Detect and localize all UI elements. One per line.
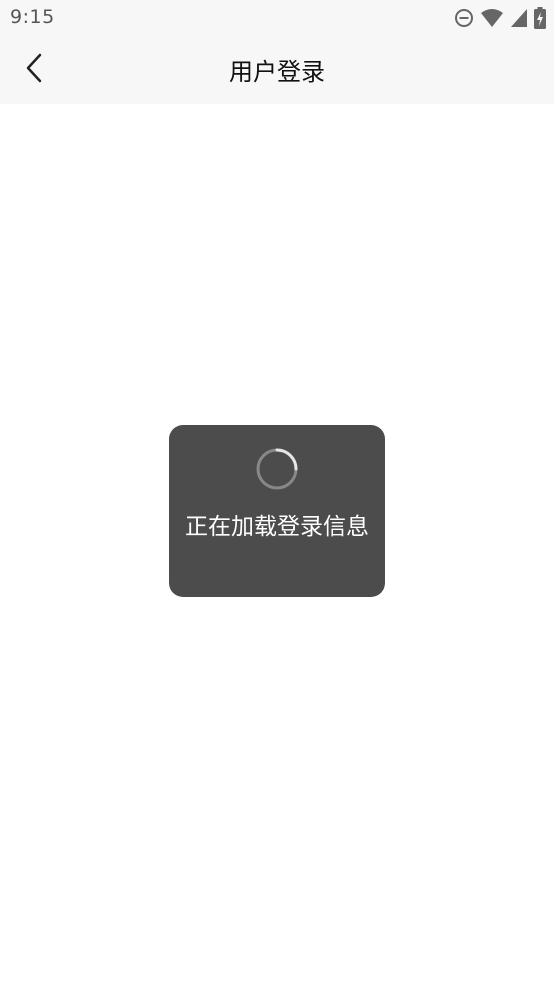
loading-message: 正在加载登录信息 (185, 514, 369, 540)
status-bar: 9:15 (0, 0, 554, 36)
battery-charging-icon (534, 7, 546, 29)
wifi-icon (480, 8, 504, 28)
spinner-icon (255, 447, 299, 491)
do-not-disturb-icon (454, 8, 474, 28)
status-time: 9:15 (10, 6, 55, 28)
loading-toast: 正在加载登录信息 (169, 425, 385, 597)
signal-icon (510, 8, 528, 28)
page-title: 用户登录 (229, 58, 325, 86)
status-icons (448, 7, 546, 29)
nav-bar: 用户登录 (0, 36, 554, 104)
